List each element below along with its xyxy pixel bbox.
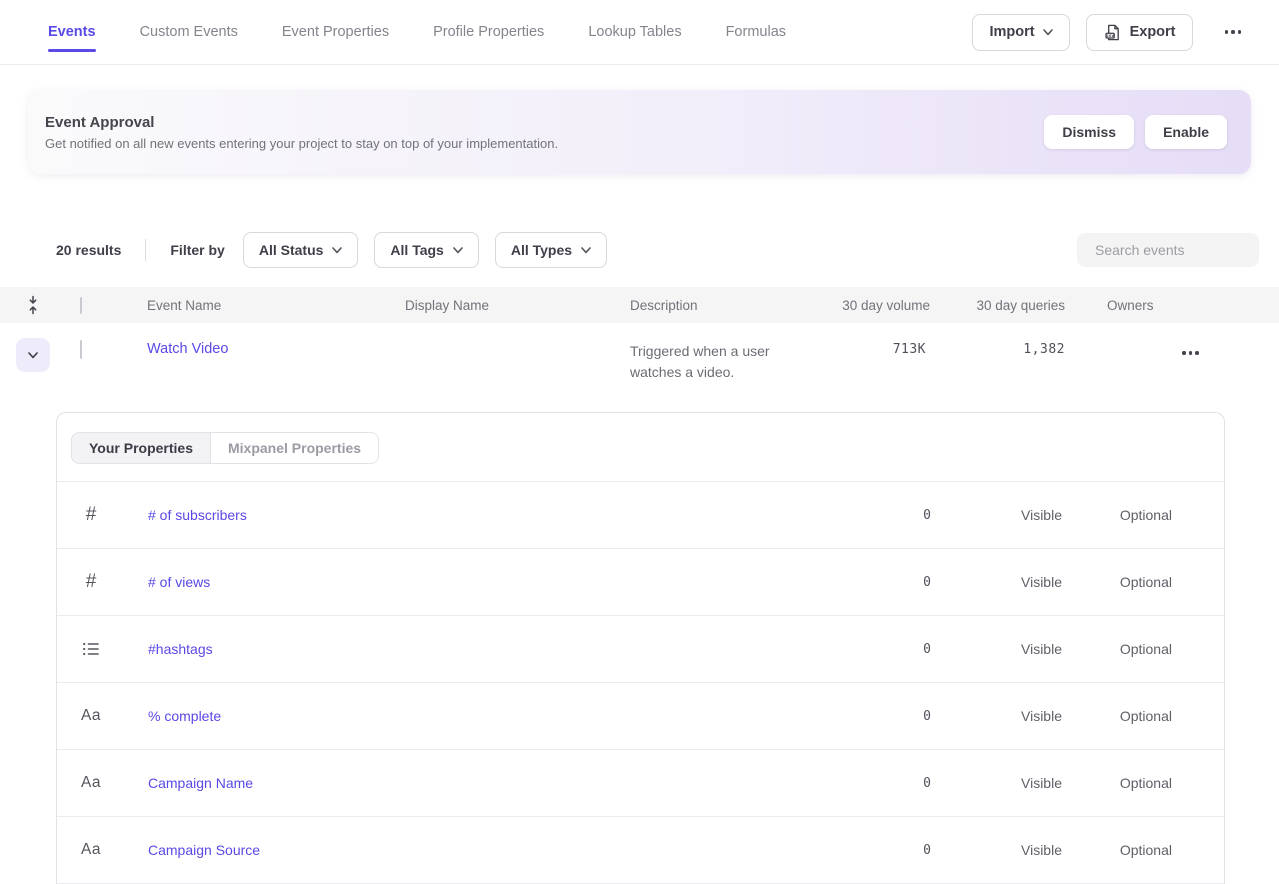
text-type-icon: Aa: [81, 707, 101, 725]
banner-description: Get notified on all new events entering …: [45, 136, 558, 151]
property-queries: 0: [819, 642, 931, 657]
tab-profile-properties[interactable]: Profile Properties: [433, 0, 544, 64]
property-requirement: Optional: [1062, 574, 1224, 590]
property-name-link[interactable]: Campaign Source: [125, 842, 819, 858]
banner-title: Event Approval: [45, 114, 558, 131]
event-queries: 1,382: [930, 341, 1065, 357]
property-queries: 0: [819, 508, 931, 523]
banner-actions: Dismiss Enable: [1044, 115, 1227, 149]
property-requirement: Optional: [1062, 641, 1224, 657]
column-event-name: Event Name: [112, 298, 390, 313]
property-queries: 0: [819, 776, 931, 791]
property-visibility: Visible: [931, 641, 1062, 657]
column-owners: Owners: [1065, 298, 1180, 313]
tab-mixpanel-properties[interactable]: Mixpanel Properties: [211, 433, 378, 463]
property-name-link[interactable]: # of views: [125, 574, 819, 590]
events-table-header: Event Name Display Name Description 30 d…: [0, 287, 1279, 323]
number-type-icon: #: [86, 571, 97, 593]
collapse-all-icon[interactable]: [26, 295, 40, 315]
property-row: # # of subscribers 0 Visible Optional: [57, 482, 1224, 549]
tab-lookup-tables[interactable]: Lookup Tables: [588, 0, 681, 64]
chevron-down-icon: [453, 247, 463, 254]
property-queries: 0: [819, 709, 931, 724]
property-requirement: Optional: [1062, 775, 1224, 791]
properties-segmented-control: Your Properties Mixpanel Properties: [71, 432, 379, 464]
tab-formulas[interactable]: Formulas: [726, 0, 786, 64]
tags-filter-dropdown[interactable]: All Tags: [374, 232, 478, 268]
property-visibility: Visible: [931, 775, 1062, 791]
csv-file-icon: csv: [1103, 23, 1122, 42]
chevron-down-icon: [581, 247, 591, 254]
row-more-options-icon[interactable]: [1180, 345, 1279, 361]
property-row: Aa Campaign Name 0 Visible Optional: [57, 750, 1224, 817]
import-button[interactable]: Import: [972, 14, 1069, 51]
event-row-watch-video: Watch Video Triggered when a user watche…: [0, 323, 1279, 412]
text-type-icon: Aa: [81, 841, 101, 859]
row-checkbox[interactable]: [80, 340, 82, 359]
property-queries: 0: [819, 575, 931, 590]
top-navigation-bar: Events Custom Events Event Properties Pr…: [0, 0, 1279, 65]
tab-your-properties[interactable]: Your Properties: [72, 433, 211, 463]
event-approval-banner: Event Approval Get notified on all new e…: [28, 90, 1251, 174]
results-count: 20 results: [56, 242, 121, 258]
collapse-row-button[interactable]: [16, 338, 50, 372]
properties-tabs-bar: Your Properties Mixpanel Properties: [57, 413, 1224, 482]
property-row: Aa % complete 0 Visible Optional: [57, 683, 1224, 750]
export-button[interactable]: csv Export: [1086, 14, 1193, 51]
event-volume: 713K: [820, 341, 930, 357]
event-properties-panel: Your Properties Mixpanel Properties # # …: [56, 412, 1225, 884]
text-type-icon: Aa: [81, 774, 101, 792]
tab-events[interactable]: Events: [48, 0, 96, 64]
more-options-icon[interactable]: [1223, 24, 1244, 40]
dismiss-button[interactable]: Dismiss: [1044, 115, 1134, 149]
property-name-link[interactable]: # of subscribers: [125, 507, 819, 523]
search-events-box: [1077, 233, 1259, 267]
property-row: # # of views 0 Visible Optional: [57, 549, 1224, 616]
number-type-icon: #: [86, 504, 97, 526]
property-visibility: Visible: [931, 842, 1062, 858]
property-visibility: Visible: [931, 507, 1062, 523]
status-filter-dropdown[interactable]: All Status: [243, 232, 359, 268]
filter-toolbar: 20 results Filter by All Status All Tags…: [56, 232, 1259, 268]
search-input[interactable]: [1095, 242, 1276, 258]
column-display-name: Display Name: [390, 298, 615, 313]
property-name-link[interactable]: % complete: [125, 708, 819, 724]
chevron-down-icon: [28, 352, 38, 359]
enable-button[interactable]: Enable: [1145, 115, 1227, 149]
property-visibility: Visible: [931, 708, 1062, 724]
list-type-icon: [82, 641, 100, 657]
property-queries: 0: [819, 843, 931, 858]
divider: [145, 239, 146, 261]
types-filter-dropdown[interactable]: All Types: [495, 232, 607, 268]
chevron-down-icon: [332, 247, 342, 254]
event-description: Triggered when a user watches a video.: [615, 341, 795, 383]
tab-custom-events[interactable]: Custom Events: [140, 0, 238, 64]
select-all-checkbox[interactable]: [80, 297, 82, 314]
chevron-down-icon: [1043, 29, 1053, 36]
property-row: Aa Campaign Source 0 Visible Optional: [57, 817, 1224, 884]
event-name-link[interactable]: Watch Video: [112, 341, 390, 357]
banner-text: Event Approval Get notified on all new e…: [45, 114, 558, 151]
filter-by-label: Filter by: [170, 242, 224, 258]
column-30-day-volume: 30 day volume: [820, 298, 930, 313]
property-name-link[interactable]: Campaign Name: [125, 775, 819, 791]
column-30-day-queries: 30 day queries: [930, 298, 1065, 313]
property-row: #hashtags 0 Visible Optional: [57, 616, 1224, 683]
column-description: Description: [615, 298, 820, 313]
property-requirement: Optional: [1062, 507, 1224, 523]
topbar-actions: Import csv Export: [972, 14, 1243, 51]
property-visibility: Visible: [931, 574, 1062, 590]
lexicon-tabs: Events Custom Events Event Properties Pr…: [48, 0, 786, 64]
tab-event-properties[interactable]: Event Properties: [282, 0, 389, 64]
property-name-link[interactable]: #hashtags: [125, 641, 819, 657]
property-requirement: Optional: [1062, 842, 1224, 858]
svg-text:csv: csv: [1106, 33, 1114, 38]
property-requirement: Optional: [1062, 708, 1224, 724]
